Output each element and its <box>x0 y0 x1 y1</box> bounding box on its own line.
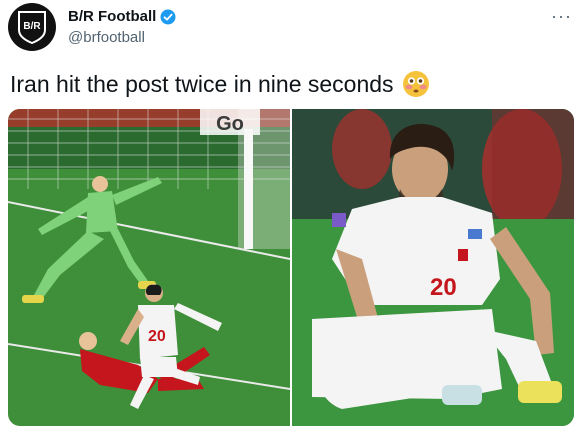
flushed-face-emoji-icon <box>402 71 429 97</box>
goalmouth-scene: Go 20 <box>8 109 290 426</box>
photo-player-sitting[interactable]: 20 <box>292 109 574 426</box>
br-logo-icon: B/R <box>18 11 46 44</box>
tweet: B/R B/R Football @brfootball ··· Iran hi… <box>0 0 586 434</box>
more-options-button[interactable]: ··· <box>551 6 572 27</box>
tweet-media[interactable]: Go 20 20 <box>8 109 574 426</box>
goalpost <box>244 129 253 249</box>
author-display-name[interactable]: B/R Football <box>68 8 156 25</box>
author-name-row: B/R Football <box>68 8 176 25</box>
player-sitting-scene: 20 <box>292 109 574 426</box>
tweet-text: Iran hit the post twice in nine seconds <box>10 70 430 98</box>
avatar[interactable]: B/R <box>8 3 56 51</box>
verified-badge-icon <box>160 9 176 24</box>
svg-text:20: 20 <box>430 274 457 301</box>
svg-text:Go: Go <box>216 113 244 135</box>
photo-goalmouth[interactable]: Go 20 <box>8 109 290 426</box>
svg-text:20: 20 <box>148 328 166 345</box>
svg-text:B/R: B/R <box>23 21 41 32</box>
author-handle[interactable]: @brfootball <box>68 29 145 46</box>
tweet-text-body: Iran hit the post twice in nine seconds <box>10 70 394 97</box>
